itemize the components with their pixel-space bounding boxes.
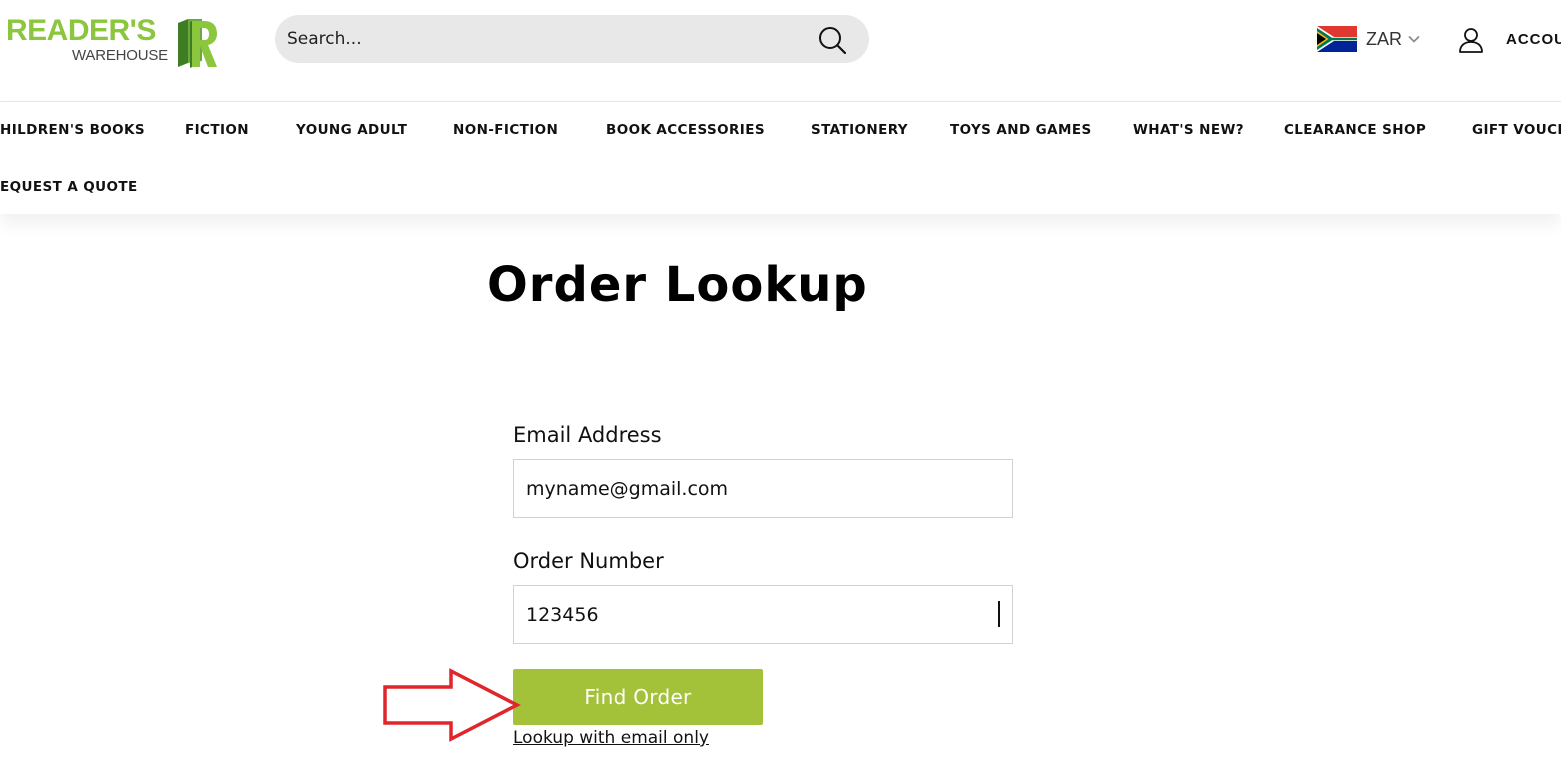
- nav-item-gift-vouchers[interactable]: GIFT VOUCH: [1472, 122, 1561, 138]
- readers-warehouse-logo[interactable]: READER'S WAREHOUSE: [6, 14, 221, 70]
- south-africa-flag-icon: [1317, 26, 1357, 52]
- currency-code: ZAR: [1366, 28, 1402, 49]
- nav-item-young-adult[interactable]: YOUNG ADULT: [296, 122, 407, 138]
- page-title: Order Lookup: [487, 257, 868, 313]
- email-label: Email Address: [513, 423, 662, 447]
- text-cursor: [998, 601, 1000, 627]
- find-order-button[interactable]: Find Order: [513, 669, 763, 725]
- nav-item-book-accessories[interactable]: BOOK ACCESSORIES: [606, 122, 765, 138]
- logo-name-top: READER'S: [6, 14, 156, 47]
- search-bar: [275, 15, 869, 63]
- nav-item-stationery[interactable]: STATIONERY: [811, 122, 908, 138]
- search-input[interactable]: [287, 15, 807, 63]
- red-arrow-right-icon: [383, 668, 521, 742]
- site-header: READER'S WAREHOUSE ZAR: [0, 0, 1561, 101]
- logo-name-bottom: WAREHOUSE: [72, 47, 168, 64]
- search-icon[interactable]: [817, 25, 847, 55]
- nav-item-non-fiction[interactable]: NON-FICTION: [453, 122, 558, 138]
- nav-item-clearance-shop[interactable]: CLEARANCE SHOP: [1284, 122, 1426, 138]
- order-number-field[interactable]: [513, 585, 1013, 644]
- book-r-logo-icon: [178, 19, 217, 68]
- nav-item-fiction[interactable]: FICTION: [185, 122, 249, 138]
- lookup-with-email-only-link[interactable]: Lookup with email only: [513, 728, 709, 748]
- order-number-label: Order Number: [513, 549, 664, 573]
- chevron-down-icon: [1408, 35, 1420, 43]
- main-nav: HILDREN'S BOOKS FICTION YOUNG ADULT NON-…: [0, 101, 1561, 214]
- email-field[interactable]: [513, 459, 1013, 518]
- currency-selector[interactable]: ZAR: [1317, 26, 1420, 52]
- user-icon[interactable]: [1457, 26, 1485, 54]
- nav-item-whats-new[interactable]: WHAT'S NEW?: [1133, 122, 1244, 138]
- nav-item-toys-and-games[interactable]: TOYS AND GAMES: [950, 122, 1092, 138]
- nav-item-request-a-quote[interactable]: EQUEST A QUOTE: [0, 179, 138, 195]
- account-link[interactable]: ACCOU: [1506, 31, 1561, 48]
- nav-item-childrens-books[interactable]: HILDREN'S BOOKS: [0, 122, 145, 138]
